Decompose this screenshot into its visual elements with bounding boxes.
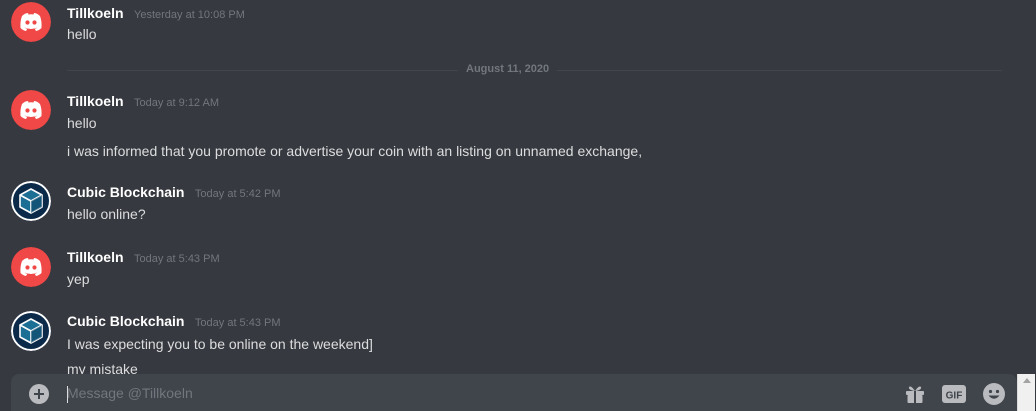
message-text: hello online? bbox=[67, 206, 146, 222]
timestamp: Today at 5:43 PM bbox=[134, 253, 220, 265]
message-text: yep bbox=[67, 271, 90, 287]
timestamp: Today at 9:12 AM bbox=[134, 97, 219, 109]
message-header: Tillkoeln Today at 5:43 PM bbox=[67, 249, 220, 267]
add-attachment-icon[interactable] bbox=[29, 384, 49, 404]
timestamp: Today at 5:43 PM bbox=[194, 317, 281, 329]
scrollbar[interactable] bbox=[1017, 374, 1035, 411]
svg-text:GIF: GIF bbox=[946, 391, 963, 402]
message-text: i was informed that you promote or adver… bbox=[67, 143, 643, 159]
message-header: Cubic Blockchain Today at 5:42 PM bbox=[67, 184, 281, 202]
gif-icon[interactable]: GIF bbox=[941, 384, 967, 409]
emoji-icon[interactable] bbox=[982, 382, 1006, 411]
timestamp: Today at 5:42 PM bbox=[194, 188, 281, 200]
discord-logo-icon bbox=[11, 90, 51, 130]
username[interactable]: Cubic Blockchain bbox=[67, 313, 184, 329]
message-text: hello bbox=[67, 115, 97, 131]
scroll-up-icon[interactable] bbox=[1023, 378, 1031, 383]
message-text: I was expecting you to be online on the … bbox=[67, 336, 373, 352]
username[interactable]: Tillkoeln bbox=[67, 5, 124, 21]
message-header: Tillkoeln Today at 9:12 AM bbox=[67, 93, 219, 111]
avatar-cubic-blockchain[interactable] bbox=[11, 311, 51, 351]
cube-logo-icon bbox=[11, 311, 51, 351]
username[interactable]: Tillkoeln bbox=[67, 93, 124, 109]
avatar-tillkoeln[interactable] bbox=[11, 247, 51, 287]
username[interactable]: Cubic Blockchain bbox=[67, 184, 184, 200]
chat-pane: Tillkoeln Yesterday at 10:08 PM hello Au… bbox=[0, 0, 1036, 411]
text-caret bbox=[67, 386, 68, 403]
message-composer: GIF bbox=[11, 374, 1017, 411]
timestamp: Yesterday at 10:08 PM bbox=[134, 9, 245, 21]
username[interactable]: Tillkoeln bbox=[67, 249, 124, 265]
cube-logo-icon bbox=[11, 181, 51, 221]
discord-logo-icon bbox=[11, 2, 51, 42]
gift-icon[interactable] bbox=[904, 383, 926, 410]
avatar-tillkoeln[interactable] bbox=[11, 90, 51, 130]
message-header: Tillkoeln Yesterday at 10:08 PM bbox=[67, 5, 245, 23]
message-text: hello bbox=[67, 26, 97, 42]
avatar-tillkoeln[interactable] bbox=[11, 2, 51, 42]
message-input[interactable] bbox=[67, 380, 887, 406]
date-divider-label: August 11, 2020 bbox=[458, 63, 558, 75]
avatar-cubic-blockchain[interactable] bbox=[11, 181, 51, 221]
message-header: Cubic Blockchain Today at 5:43 PM bbox=[67, 313, 281, 331]
discord-logo-icon bbox=[11, 247, 51, 287]
